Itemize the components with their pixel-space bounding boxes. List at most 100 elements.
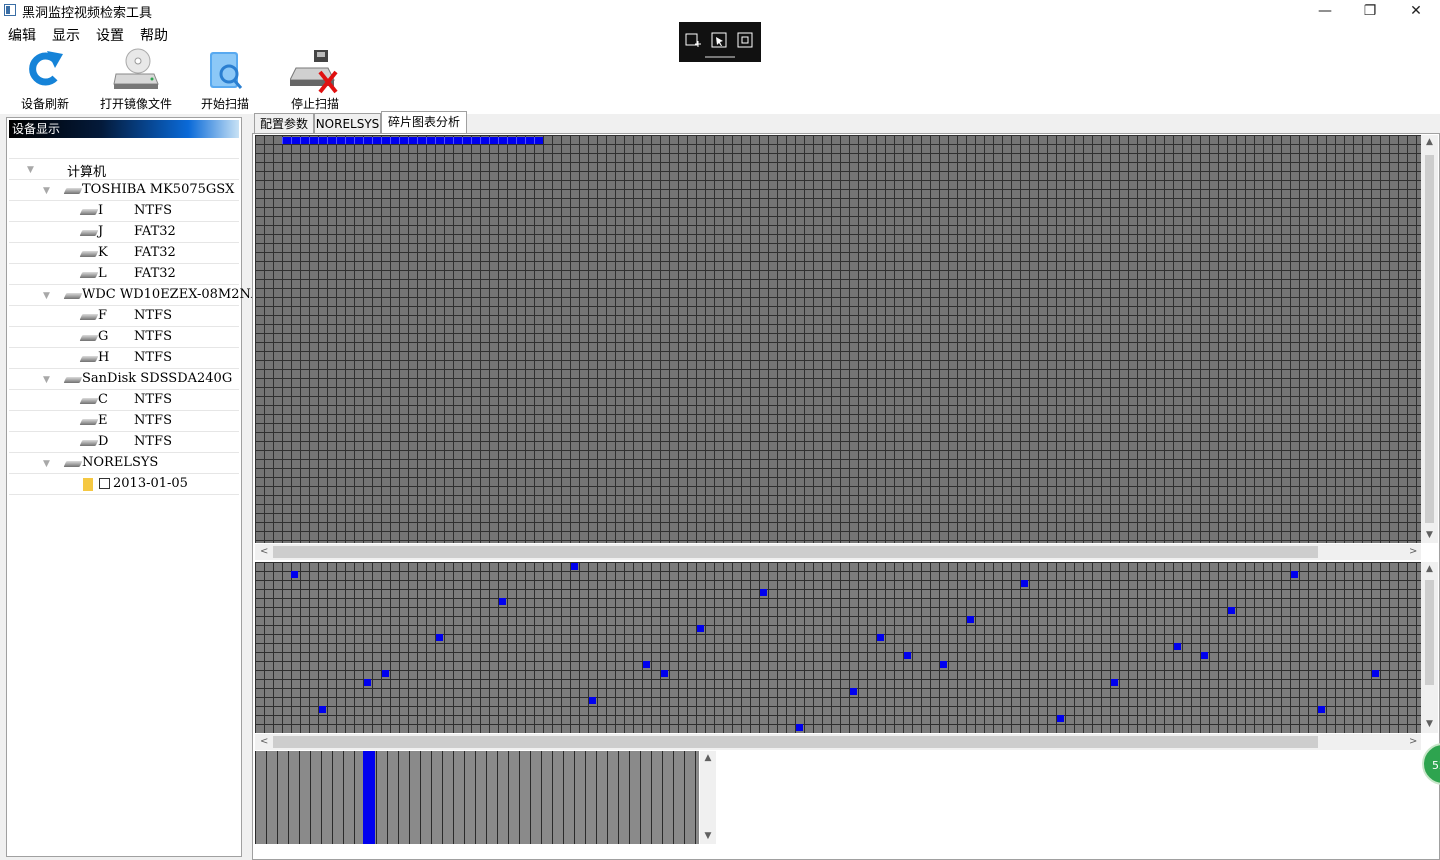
expand-arrow-icon[interactable]: ▼ [43, 459, 50, 469]
partition-letter: I [98, 203, 104, 218]
select-region-icon[interactable] [711, 32, 727, 48]
scroll-thumb[interactable] [1425, 155, 1434, 523]
title-bar [0, 0, 1440, 22]
tree-partition[interactable]: C NTFS [9, 390, 239, 411]
partition-fs: NTFS [134, 203, 172, 218]
fragment-block [382, 670, 389, 677]
partition-letter: H [98, 350, 110, 365]
partition-letter: C [98, 392, 108, 407]
fragment-block [1228, 607, 1235, 614]
device-panel: 设备显示 ▼ 计算机 ▼ TOSHIBA MK5075GSX I NTFS J … [6, 117, 269, 857]
folder-checkbox[interactable] [99, 478, 110, 489]
detail-vertical-scrollbar[interactable]: ▲ ▼ [1421, 562, 1438, 733]
open-image-button[interactable]: 打开镜像文件 [96, 48, 176, 112]
tree-disk[interactable]: ▼ TOSHIBA MK5075GSX [9, 180, 239, 201]
tree-disk[interactable]: ▼ WDC WD10EZEX-08M2NA0 [9, 285, 269, 306]
scroll-thumb[interactable] [273, 546, 1318, 558]
tab-config[interactable]: 配置参数 [254, 113, 314, 133]
fragment-block [589, 697, 596, 704]
stop-scan-button[interactable]: 停止扫描 [286, 48, 344, 112]
expand-arrow-icon[interactable]: ▼ [27, 165, 34, 175]
hard-disk-icon [63, 377, 83, 383]
drive-icon [79, 230, 99, 236]
partition-letter: F [98, 308, 108, 323]
tree-partition[interactable]: K FAT32 [9, 243, 239, 264]
tree-partition[interactable]: E NTFS [9, 411, 239, 432]
tree-disk[interactable]: ▼ NORELSYS [9, 453, 239, 474]
tree-partition[interactable]: L FAT32 [9, 264, 239, 285]
drive-icon [79, 272, 99, 278]
screenshot-icon[interactable] [685, 32, 701, 48]
folder-icon [83, 478, 93, 491]
tab-norelsys[interactable]: NORELSYS [314, 113, 381, 133]
menu-view[interactable]: 显示 [52, 25, 80, 45]
scroll-right-icon[interactable]: > [1409, 544, 1417, 560]
scroll-up-icon[interactable]: ▲ [1421, 564, 1438, 574]
window-title: 黑洞监控视频检索工具 [22, 6, 153, 21]
partition-fs: NTFS [134, 329, 172, 344]
fragment-strip[interactable] [255, 751, 699, 844]
capture-drag-handle[interactable] [705, 56, 735, 58]
menu-settings[interactable]: 设置 [96, 25, 124, 45]
fragment-map-detail[interactable] [255, 562, 1421, 733]
partition-letter: J [98, 224, 104, 239]
tree-partition[interactable]: F NTFS [9, 306, 239, 327]
expand-arrow-icon[interactable]: ▼ [43, 375, 50, 385]
scroll-down-icon[interactable]: ▼ [1421, 719, 1438, 729]
fragment-block [319, 706, 326, 713]
scroll-left-icon[interactable]: < [260, 734, 268, 750]
tree-partition[interactable]: G NTFS [9, 327, 239, 348]
drive-icon [79, 419, 99, 425]
tree-root[interactable]: ▼ 计算机 [9, 159, 239, 180]
disk-name: SanDisk SDSSDA240G [82, 371, 233, 386]
tree-partition[interactable]: H NTFS [9, 348, 239, 369]
scroll-thumb[interactable] [273, 736, 1318, 748]
scroll-right-icon[interactable]: > [1409, 734, 1417, 750]
minimize-button[interactable]: — [1302, 0, 1348, 22]
overview-horizontal-scrollbar[interactable]: < > [255, 544, 1421, 560]
overview-vertical-scrollbar[interactable]: ▲ ▼ [1421, 135, 1438, 543]
tree-disk[interactable]: ▼ SanDisk SDSSDA240G [9, 369, 239, 390]
partition-fs: NTFS [134, 413, 172, 428]
fragment-map-overview[interactable] [255, 135, 1421, 543]
tree-spacer [9, 140, 239, 159]
tab-fragment-analysis[interactable]: 碎片图表分析 [381, 111, 467, 134]
scroll-left-icon[interactable]: < [260, 544, 268, 560]
partition-fs: FAT32 [134, 266, 176, 281]
drive-icon [79, 251, 99, 257]
tree-partition[interactable]: J FAT32 [9, 222, 239, 243]
detail-horizontal-scrollbar[interactable]: < > [255, 734, 1421, 750]
drive-icon [79, 209, 99, 215]
strip-vertical-scrollbar[interactable]: ▲ ▼ [700, 751, 716, 844]
expand-arrow-icon[interactable]: ▼ [43, 291, 50, 301]
partition-letter: K [98, 245, 108, 260]
fragment-block [1318, 706, 1325, 713]
restore-button[interactable]: ❐ [1347, 0, 1393, 22]
fullscreen-icon[interactable] [737, 32, 753, 48]
fragment-block [796, 724, 803, 731]
tree-partition[interactable]: D NTFS [9, 432, 239, 453]
refresh-button[interactable]: 设备刷新 [16, 48, 74, 112]
scroll-down-icon[interactable]: ▼ [700, 831, 716, 841]
scan-icon [210, 52, 243, 89]
stop-scan-icon [290, 50, 338, 94]
expand-arrow-icon[interactable]: ▼ [43, 186, 50, 196]
tree-partition[interactable]: I NTFS [9, 201, 239, 222]
scroll-thumb[interactable] [1425, 580, 1434, 685]
close-button[interactable]: ✕ [1393, 0, 1439, 22]
menu-edit[interactable]: 编辑 [8, 25, 36, 45]
drive-icon [79, 398, 99, 404]
refresh-icon [29, 51, 63, 86]
start-scan-button[interactable]: 开始扫描 [196, 48, 254, 112]
scroll-down-icon[interactable]: ▼ [1421, 530, 1438, 540]
drive-icon [79, 314, 99, 320]
scroll-up-icon[interactable]: ▲ [1421, 137, 1438, 147]
scroll-up-icon[interactable]: ▲ [700, 753, 716, 763]
fragment-block [1201, 652, 1208, 659]
menu-help[interactable]: 帮助 [140, 25, 168, 45]
drive-icon [79, 335, 99, 341]
fragment-block [904, 652, 911, 659]
partition-fs: FAT32 [134, 245, 176, 260]
partition-fs: NTFS [134, 308, 172, 323]
tree-folder[interactable]: 2013-01-05 [9, 474, 239, 495]
